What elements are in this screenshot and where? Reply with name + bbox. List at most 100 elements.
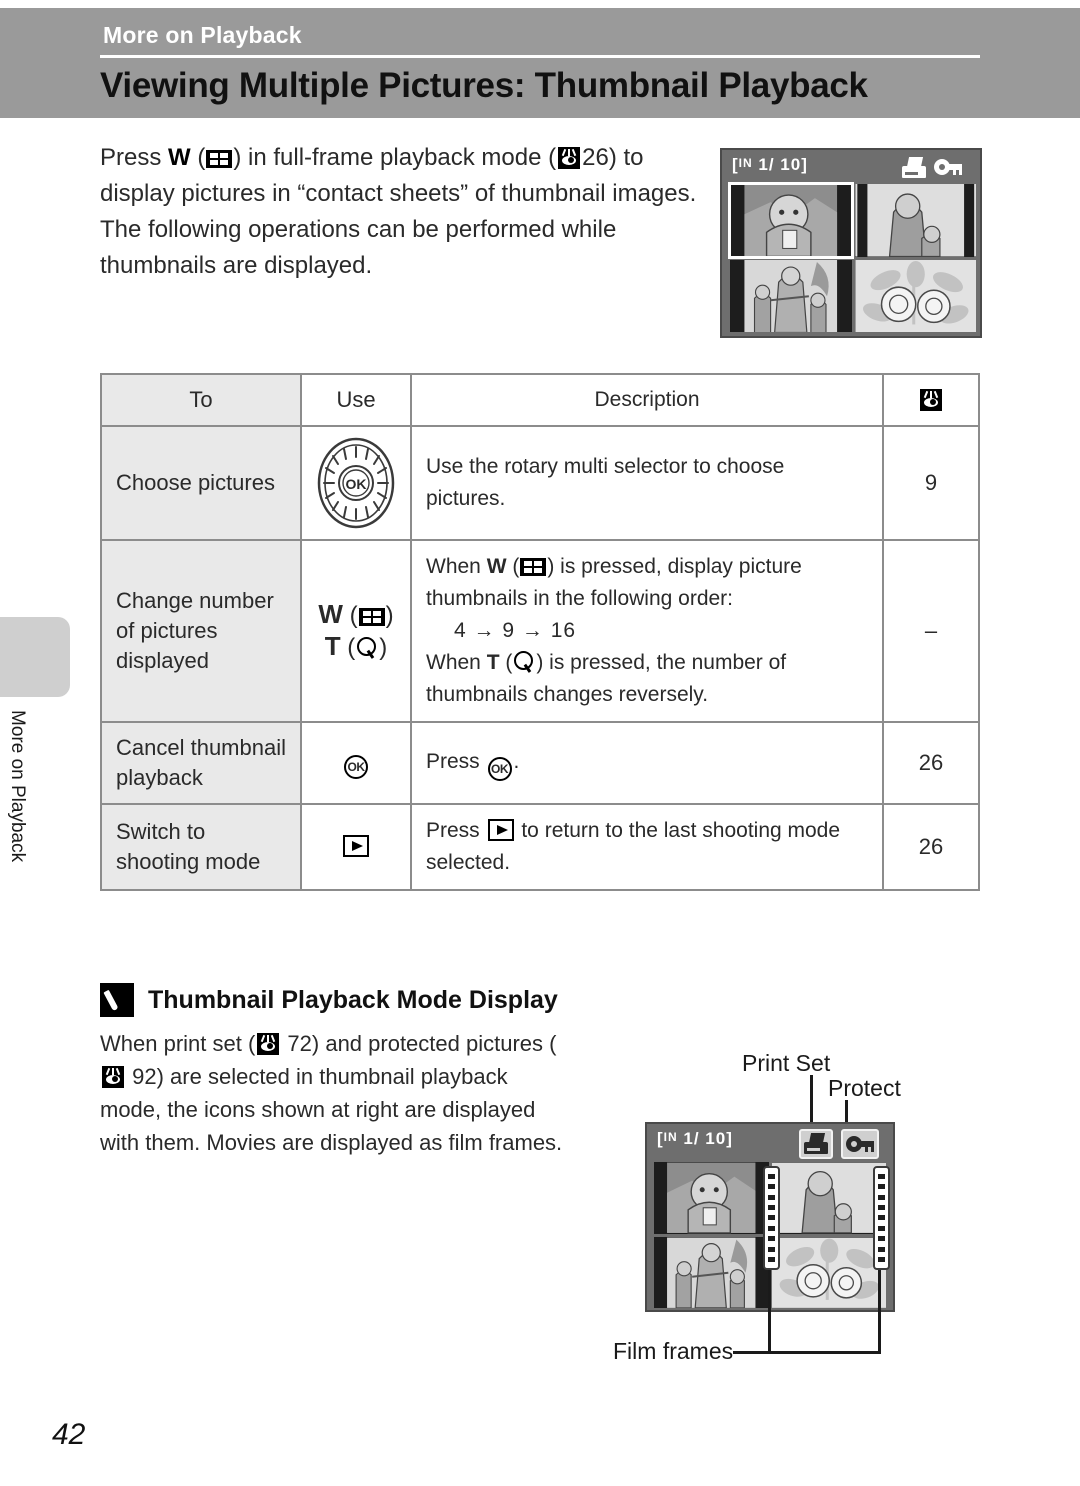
leader-line-film-frames-left xyxy=(768,1268,771,1354)
ok-button-icon: OK xyxy=(344,754,368,779)
row-action-label: Change number of pictures displayed xyxy=(100,539,302,723)
intro-text-3: ) in full-frame playback mode ( xyxy=(233,144,557,171)
intro-paragraph: Press W ( ) in full-frame playback mode (… xyxy=(100,140,700,284)
thumbnail-grid-top xyxy=(728,182,976,332)
leader-line-film-frames-right xyxy=(878,1268,881,1354)
side-tab-marker xyxy=(0,617,70,697)
row-control-icon: OK xyxy=(300,721,412,805)
note-text-2: ) and protected pictures xyxy=(311,1031,544,1056)
ok-button-icon: OK xyxy=(487,756,512,781)
row-page-reference: – xyxy=(882,539,980,723)
desc-text-1: When xyxy=(426,555,487,578)
note-text-3: ( xyxy=(549,1031,557,1056)
note-text-4: ) are selected in thumbnail playback mod… xyxy=(100,1064,563,1155)
header-divider xyxy=(100,55,980,58)
playback-button-icon xyxy=(343,835,369,857)
protect-key-icon xyxy=(934,157,962,177)
frame-counter: 1/ 10 xyxy=(683,1129,727,1148)
row-action-label: Switch to shooting mode xyxy=(100,803,302,891)
lcd-screen-top: [IN 1/ 10] xyxy=(720,148,982,338)
note-body: When print set ( 72) and protected pictu… xyxy=(100,1027,570,1159)
film-frame-strip xyxy=(763,1166,780,1270)
lcd-status-bottom: [IN 1/ 10] xyxy=(657,1129,733,1148)
print-icon xyxy=(902,157,926,179)
page-reference-icon xyxy=(558,147,581,169)
note-title: Thumbnail Playback Mode Display xyxy=(148,985,558,1014)
thumbnail-icon xyxy=(358,608,385,626)
tele-button-label: T xyxy=(324,631,341,661)
operations-table: To Use Description Choose pictures OK Us… xyxy=(100,373,980,891)
thumbnail-sequence: 4 → 9 → 16 xyxy=(454,619,577,642)
row-description: Press to return to the last shooting mod… xyxy=(410,803,884,891)
film-frame-strip xyxy=(873,1166,890,1270)
thumbnail-icon xyxy=(520,558,547,576)
row-page-reference: 26 xyxy=(882,803,980,891)
desc-text-2: . xyxy=(513,749,520,773)
thumbnail-cell[interactable] xyxy=(654,1162,769,1234)
desc-text-1: Press xyxy=(426,749,486,773)
side-tab-label: More on Playback xyxy=(7,710,28,863)
intro-text-2: ( xyxy=(190,144,206,171)
callout-print-set: Print Set xyxy=(742,1050,831,1076)
note-ref-1: 72 xyxy=(287,1031,312,1056)
chapter-label: More on Playback xyxy=(103,22,302,48)
row-control-icon xyxy=(300,803,412,891)
row-control-icon: OK xyxy=(300,425,412,541)
page-number: 42 xyxy=(52,1418,86,1451)
thumbnail-cell[interactable] xyxy=(854,259,976,332)
thumbnail-cell[interactable] xyxy=(771,1162,886,1234)
column-header-page-reference xyxy=(882,373,980,427)
row-page-reference: 9 xyxy=(882,425,980,541)
magnifier-icon xyxy=(356,636,378,660)
row-description: Use the rotary multi selector to choose … xyxy=(410,425,884,541)
print-icon xyxy=(804,1133,828,1155)
page-reference-icon xyxy=(102,1066,124,1088)
leader-line-print-set xyxy=(810,1075,813,1123)
thumbnail-cell[interactable] xyxy=(728,182,854,259)
note-header: Thumbnail Playback Mode Display xyxy=(100,983,558,1017)
intro-text-1: Press xyxy=(100,144,169,171)
column-header-to: To xyxy=(100,373,302,427)
rotary-multi-selector-dial: OK xyxy=(316,437,396,529)
page-reference-icon xyxy=(920,389,942,411)
thumbnail-cell[interactable] xyxy=(654,1236,769,1308)
row-action-label: Choose pictures xyxy=(100,425,302,541)
desc-text-5: ( xyxy=(499,651,513,674)
table-row: Cancel thumbnail playback OK Press OK. 2… xyxy=(100,721,980,805)
callout-film-frames: Film frames xyxy=(613,1338,734,1364)
intro-ref-page: 26 xyxy=(582,144,609,171)
svg-text:OK: OK xyxy=(346,476,367,492)
wide-button-label: W xyxy=(486,555,507,578)
protect-key-icon xyxy=(846,1134,874,1154)
pencil-note-icon xyxy=(100,983,134,1017)
lcd-status-top: [IN 1/ 10] xyxy=(732,155,808,174)
table-header-row: To Use Description xyxy=(100,373,980,427)
note-ref-2: 92 xyxy=(132,1064,157,1089)
memory-indicator: IN xyxy=(663,1130,678,1144)
leader-line-protect xyxy=(845,1100,848,1124)
wide-button-label: W xyxy=(318,599,343,629)
page-reference-icon xyxy=(257,1033,280,1055)
thumbnail-icon xyxy=(206,150,233,168)
callout-protect: Protect xyxy=(828,1075,901,1101)
page-title: Viewing Multiple Pictures: Thumbnail Pla… xyxy=(100,66,868,105)
memory-indicator: IN xyxy=(738,156,753,170)
column-header-use: Use xyxy=(300,373,412,427)
zoom-control-labels: W () T () xyxy=(318,599,394,661)
row-action-label: Cancel thumbnail playback xyxy=(100,721,302,805)
table-row: Choose pictures OK Use the rotary multi … xyxy=(100,425,980,541)
column-header-description: Description xyxy=(410,373,884,427)
desc-text-2: ( xyxy=(506,555,520,578)
desc-text-1: Press xyxy=(426,819,486,842)
thumbnail-cell[interactable] xyxy=(854,184,976,257)
print-set-icon-box xyxy=(799,1129,833,1159)
protect-icon-box xyxy=(841,1129,879,1159)
wide-button-label: W xyxy=(168,144,191,171)
table-row: Change number of pictures displayed W ()… xyxy=(100,539,980,723)
row-control-icon: W () T () xyxy=(300,539,412,723)
magnifier-icon xyxy=(513,650,535,674)
frame-counter: 1/ 10 xyxy=(758,155,802,174)
thumbnail-cell[interactable] xyxy=(771,1236,886,1308)
thumbnail-cell[interactable] xyxy=(730,259,852,332)
tele-button-label: T xyxy=(486,651,500,674)
